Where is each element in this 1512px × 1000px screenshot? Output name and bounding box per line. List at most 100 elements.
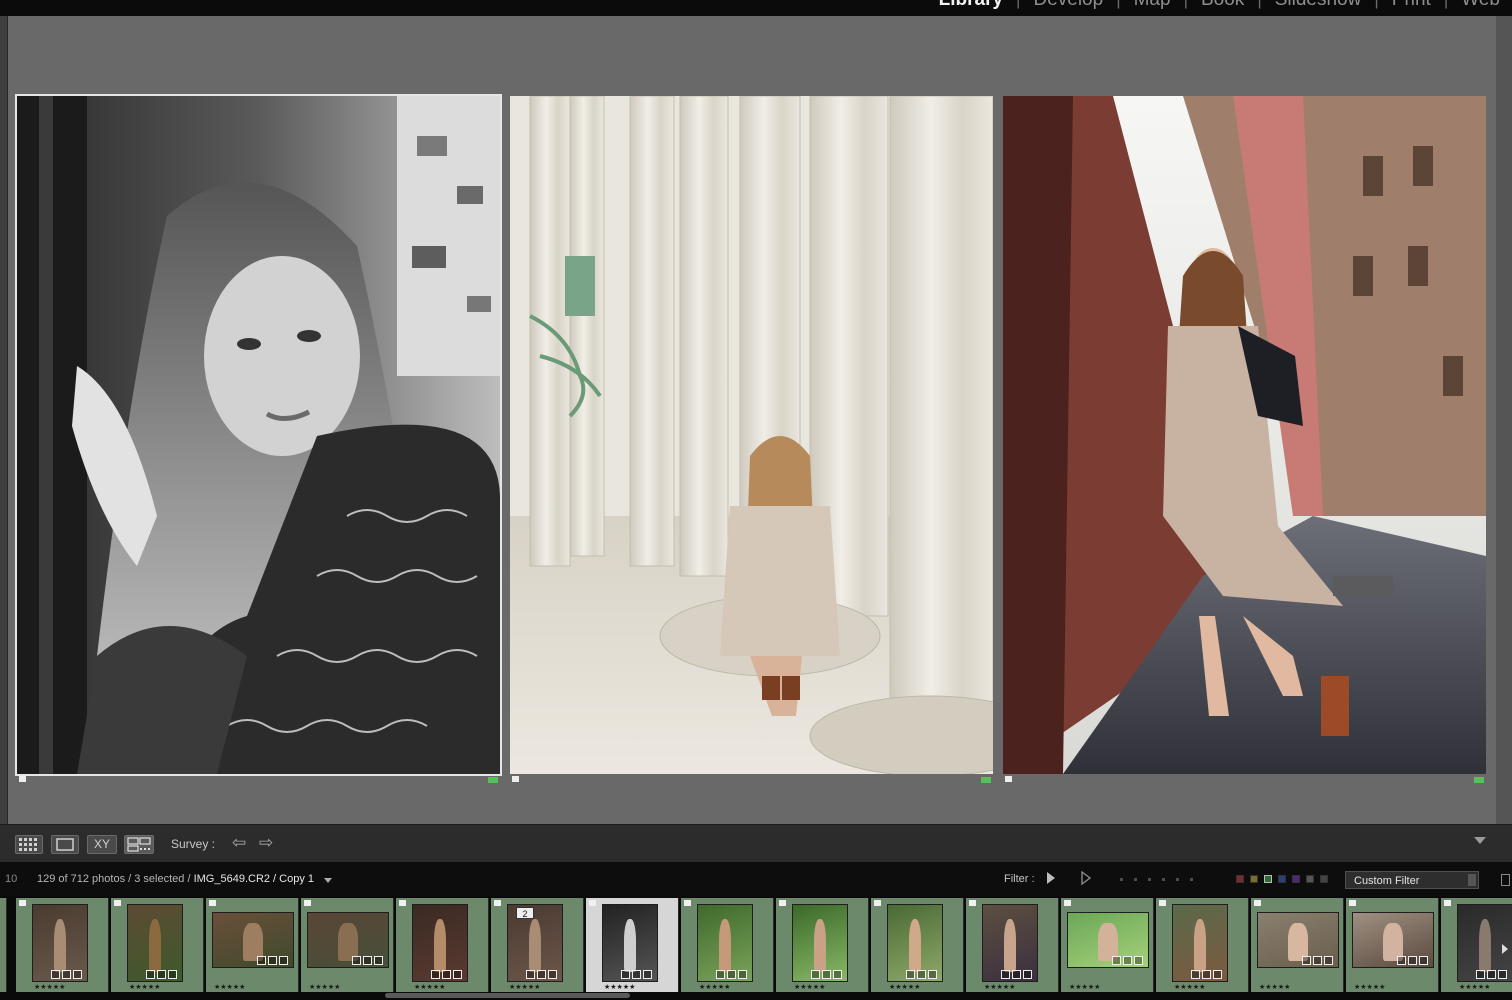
flag-icon[interactable] [1254, 900, 1261, 906]
survey-view-button[interactable] [124, 835, 154, 854]
survey-candidate-alley-walk[interactable] [1003, 96, 1486, 783]
keyword-badge-icon[interactable] [146, 970, 155, 979]
develop-badge-icon[interactable] [1498, 970, 1507, 979]
flag-icon[interactable] [19, 900, 26, 906]
thumb-green-2[interactable]: ★★★★★ [776, 898, 869, 992]
keyword-badge-icon[interactable] [1397, 956, 1406, 965]
keyword-badge-icon[interactable] [1112, 956, 1121, 965]
develop-badge-icon[interactable] [738, 970, 747, 979]
crop-badge-icon[interactable] [727, 970, 736, 979]
module-develop[interactable]: Develop [1033, 0, 1103, 11]
crop-badge-icon[interactable] [632, 970, 641, 979]
crop-badge-icon[interactable] [1202, 970, 1211, 979]
flag-icon[interactable] [1159, 900, 1166, 906]
filter-lock-icon[interactable] [1501, 874, 1510, 886]
keyword-badge-icon[interactable] [526, 970, 535, 979]
flag-icon[interactable] [304, 900, 311, 906]
keyword-badge-icon[interactable] [811, 970, 820, 979]
crop-badge-icon[interactable] [1313, 956, 1322, 965]
rejected-filter-icon[interactable] [1080, 871, 1092, 885]
develop-badge-icon[interactable] [1324, 956, 1333, 965]
crop-badge-icon[interactable] [1012, 970, 1021, 979]
develop-badge-icon[interactable] [833, 970, 842, 979]
previous-arrow-icon[interactable]: ⇦ [232, 833, 246, 853]
crop-badge-icon[interactable] [268, 956, 277, 965]
flag-icon[interactable] [874, 900, 881, 906]
custom-label-filter[interactable] [1306, 875, 1314, 883]
develop-badge-icon[interactable] [168, 970, 177, 979]
thumb-window[interactable]: ★★★★★ [111, 898, 204, 992]
grid-view-button[interactable] [15, 835, 43, 854]
develop-badge-icon[interactable] [1419, 956, 1428, 965]
module-web[interactable]: Web [1461, 0, 1500, 11]
keyword-badge-icon[interactable] [51, 970, 60, 979]
develop-badge-icon[interactable] [1134, 956, 1143, 965]
crop-badge-icon[interactable] [62, 970, 71, 979]
module-print[interactable]: Print [1392, 0, 1431, 11]
develop-badge-icon[interactable] [453, 970, 462, 979]
flag-icon[interactable] [399, 900, 406, 906]
thumb-wide-street[interactable]: ★★★★★ [1251, 898, 1344, 992]
purple-label-filter[interactable] [1292, 875, 1300, 883]
source-dropdown-icon[interactable] [324, 878, 332, 883]
keyword-badge-icon[interactable] [1191, 970, 1200, 979]
keyword-badge-icon[interactable] [621, 970, 630, 979]
crop-badge-icon[interactable] [1123, 956, 1132, 965]
no-label-filter[interactable] [1320, 875, 1328, 883]
stack-count-badge[interactable]: 2 [516, 907, 534, 919]
thumb-wide-laugh[interactable]: ★★★★★ [1346, 898, 1439, 992]
loupe-view-button[interactable] [51, 835, 79, 854]
thumb-portrait-1[interactable]: ★★★★★ [16, 898, 109, 992]
flag-icon[interactable] [779, 900, 786, 906]
keyword-badge-icon[interactable] [1476, 970, 1485, 979]
develop-badge-icon[interactable] [1023, 970, 1032, 979]
crop-badge-icon[interactable] [442, 970, 451, 979]
thumb-green-3[interactable]: ★★★★★ [871, 898, 964, 992]
thumb-green-1[interactable]: ★★★★★ [681, 898, 774, 992]
filmstrip-scroll-right-icon[interactable] [1502, 944, 1508, 954]
crop-badge-icon[interactable] [1487, 970, 1496, 979]
flag-icon[interactable] [1005, 776, 1012, 782]
thumb-wall-wide[interactable]: ★★★★★ [206, 898, 299, 992]
develop-badge-icon[interactable] [1213, 970, 1222, 979]
module-slideshow[interactable]: Slideshow [1275, 0, 1362, 11]
crop-badge-icon[interactable] [363, 956, 372, 965]
toolbar-menu-chevron-icon[interactable] [1474, 837, 1486, 844]
survey-candidate-colonnade-kneel[interactable] [510, 96, 993, 783]
red-label-filter[interactable] [1236, 875, 1244, 883]
blue-label-filter[interactable] [1278, 875, 1286, 883]
keyword-badge-icon[interactable] [352, 956, 361, 965]
develop-badge-icon[interactable] [928, 970, 937, 979]
thumb-tree[interactable]: ★★★★★ [1156, 898, 1249, 992]
filmstrip-scrollbar[interactable] [385, 993, 630, 998]
crop-badge-icon[interactable] [917, 970, 926, 979]
flag-icon[interactable] [684, 900, 691, 906]
flag-icon[interactable] [19, 776, 26, 782]
survey-candidate-bw-portrait[interactable] [15, 94, 502, 783]
flag-icon[interactable] [969, 900, 976, 906]
flagged-filter-icon[interactable] [1045, 871, 1057, 885]
thumb-door-stack[interactable]: ★★★★★ 2 [491, 898, 584, 992]
green-label-filter[interactable] [1264, 875, 1272, 883]
develop-badge-icon[interactable] [643, 970, 652, 979]
develop-badge-icon[interactable] [374, 956, 383, 965]
develop-badge-icon[interactable] [548, 970, 557, 979]
crop-badge-icon[interactable] [822, 970, 831, 979]
keyword-badge-icon[interactable] [431, 970, 440, 979]
thumb-partial-left[interactable] [0, 898, 7, 992]
flag-icon[interactable] [1349, 900, 1356, 906]
flag-icon[interactable] [1444, 900, 1451, 906]
left-panel-collapsed[interactable] [0, 16, 8, 824]
keyword-badge-icon[interactable] [906, 970, 915, 979]
flag-icon[interactable] [114, 900, 121, 906]
thumb-grass-wide[interactable]: ★★★★★ [1061, 898, 1154, 992]
flag-icon[interactable] [1064, 900, 1071, 906]
module-library[interactable]: Library [939, 0, 1003, 11]
next-arrow-icon[interactable]: ⇨ [259, 833, 273, 853]
keyword-badge-icon[interactable] [1001, 970, 1010, 979]
develop-badge-icon[interactable] [73, 970, 82, 979]
module-book[interactable]: Book [1201, 0, 1244, 11]
develop-badge-icon[interactable] [279, 956, 288, 965]
keyword-badge-icon[interactable] [716, 970, 725, 979]
yellow-label-filter[interactable] [1250, 875, 1258, 883]
